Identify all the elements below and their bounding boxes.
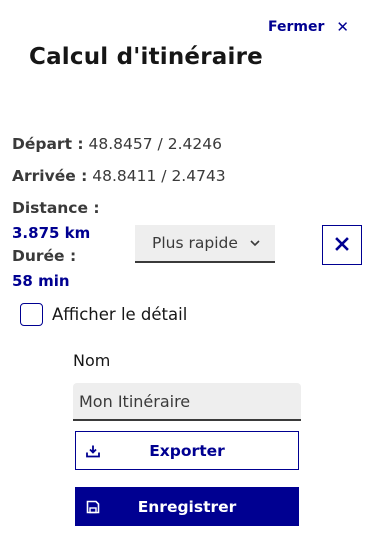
- export-label: Exporter: [149, 441, 225, 460]
- save-button[interactable]: Enregistrer: [75, 487, 299, 526]
- export-button[interactable]: Exporter: [75, 431, 299, 470]
- duree-value: 58 min: [12, 272, 70, 290]
- chevron-down-icon: [250, 237, 260, 250]
- clear-route-button[interactable]: [322, 225, 362, 265]
- depart-value: 48.8457 / 2.4246: [88, 135, 222, 153]
- save-label: Enregistrer: [137, 497, 237, 516]
- distance-label: Distance :: [12, 199, 100, 217]
- close-icon: ✕: [336, 17, 349, 36]
- save-icon: [86, 500, 100, 514]
- duree-label: Durée :: [12, 247, 77, 265]
- arrivee-label: Arrivée :: [12, 167, 88, 185]
- name-label: Nom: [73, 351, 111, 370]
- page-title: Calcul d'itinéraire: [29, 44, 263, 70]
- arrivee-line: Arrivée : 48.8411 / 2.4743: [12, 167, 226, 185]
- name-input[interactable]: [73, 383, 301, 421]
- close-label: Fermer: [268, 19, 325, 35]
- depart-label: Départ :: [12, 135, 84, 153]
- download-icon: [86, 444, 100, 457]
- route-mode-select[interactable]: Plus rapide: [135, 225, 275, 263]
- distance-value: 3.875 km: [12, 224, 91, 242]
- route-mode-selected: Plus rapide: [152, 234, 238, 252]
- detail-checkbox-row[interactable]: Afficher le détail: [20, 303, 187, 326]
- close-icon: [335, 236, 349, 255]
- close-button[interactable]: Fermer ✕: [268, 19, 349, 35]
- arrivee-value: 48.8411 / 2.4743: [92, 167, 226, 185]
- depart-line: Départ : 48.8457 / 2.4246: [12, 135, 222, 153]
- detail-checkbox-label: Afficher le détail: [52, 305, 188, 324]
- detail-checkbox[interactable]: [20, 303, 43, 326]
